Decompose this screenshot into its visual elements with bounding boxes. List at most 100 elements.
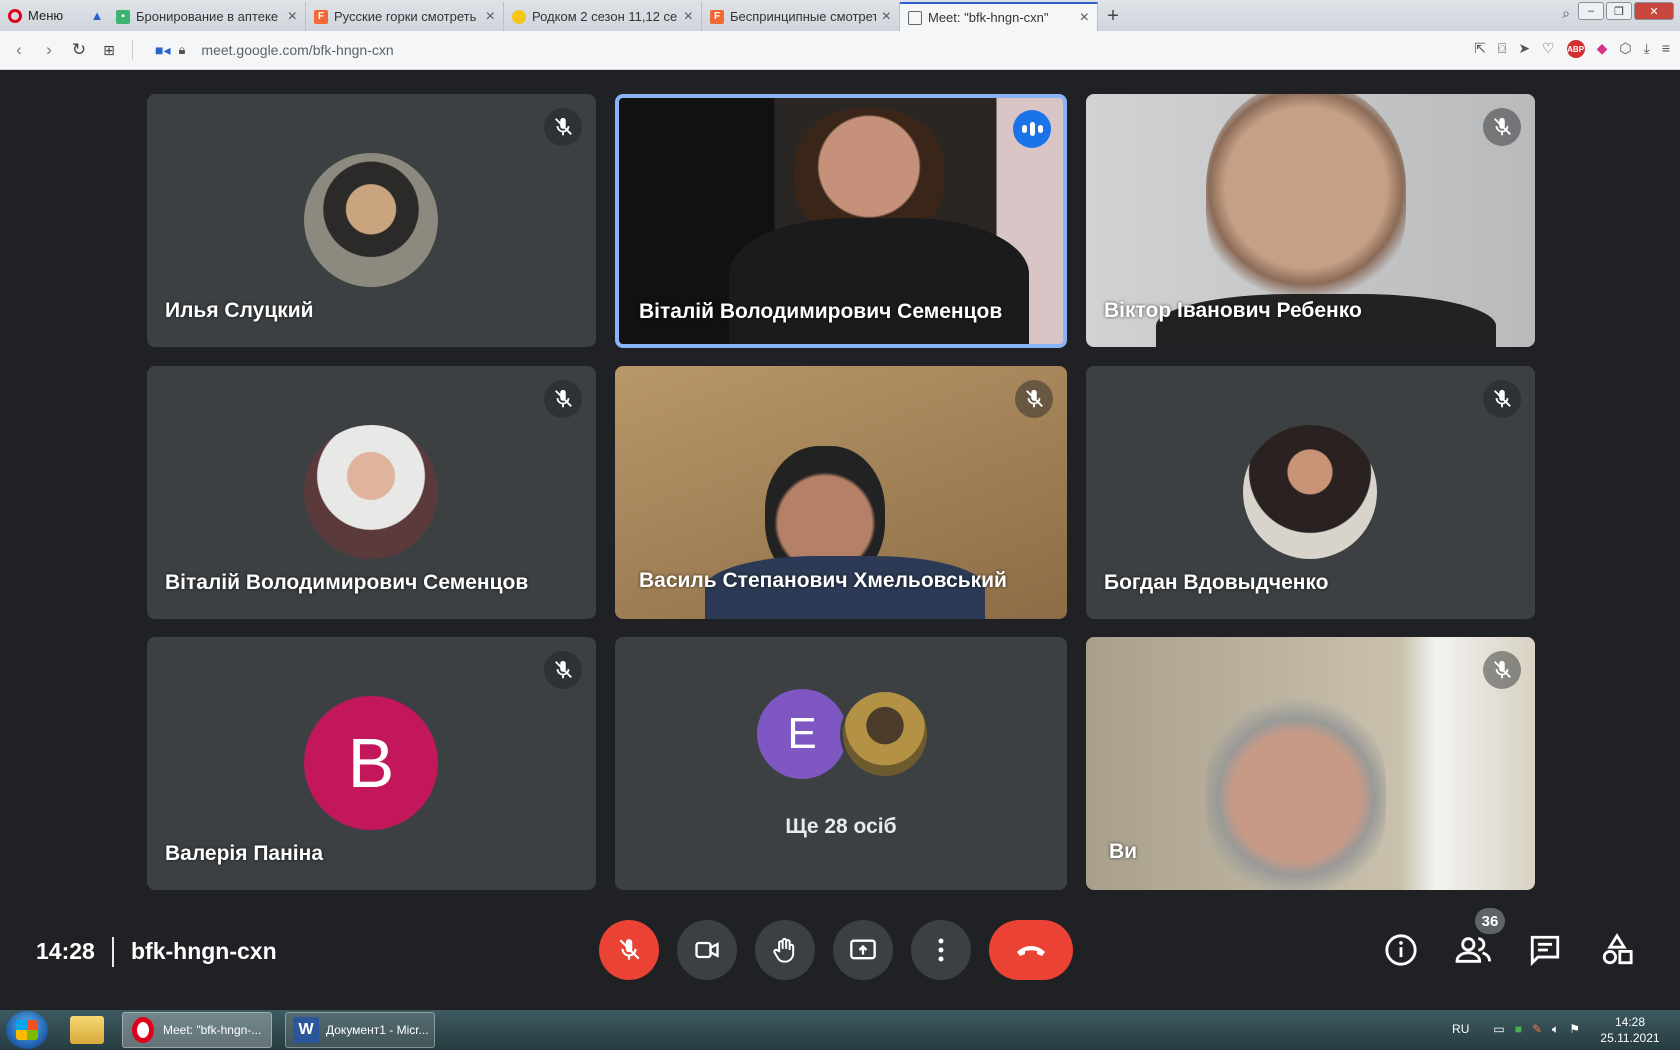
speed-dial-icon[interactable]: ⊞ bbox=[94, 42, 124, 59]
snapshot-icon[interactable]: ⌼ bbox=[1498, 40, 1506, 58]
tab-title: Беспринципные смотреть... bbox=[730, 9, 876, 24]
meet-control-bar: 14:28 bfk-hngn-cxn 36 bbox=[0, 890, 1680, 1010]
easy-setup-icon[interactable]: ≡ bbox=[1662, 40, 1670, 58]
participant-avatar bbox=[304, 153, 438, 287]
meeting-details-button[interactable] bbox=[1375, 924, 1427, 976]
participant-tile-speaking[interactable]: Віталій Володимирович Семенцов bbox=[615, 94, 1067, 348]
participant-video-body bbox=[729, 218, 1029, 344]
participant-count-badge: 36 bbox=[1475, 908, 1505, 934]
more-participants-tile[interactable]: E Ще 28 осіб bbox=[615, 637, 1067, 890]
raise-hand-button[interactable] bbox=[755, 920, 815, 980]
participant-tile[interactable]: Богдан Вдовыдченко bbox=[1086, 366, 1535, 619]
people-icon bbox=[1455, 937, 1491, 963]
tab-pharmacy[interactable]: ▪ Бронирование в аптеке | ... × bbox=[108, 2, 306, 31]
participant-avatar bbox=[304, 425, 438, 559]
opera-logo-icon bbox=[8, 8, 22, 23]
taskbar-opera-button[interactable]: Meet: "bfk-hngn-... bbox=[122, 1012, 272, 1048]
minimize-button[interactable]: – bbox=[1578, 2, 1604, 20]
participant-name: Віталій Володимирович Семенцов bbox=[639, 300, 1003, 323]
chat-icon bbox=[1530, 935, 1560, 967]
participant-tile-self[interactable]: Ви bbox=[1086, 637, 1535, 890]
tab-besprincipnye[interactable]: F Беспринципные смотреть... × bbox=[702, 2, 900, 31]
activities-button[interactable] bbox=[1591, 924, 1643, 976]
send-icon[interactable]: ➤ bbox=[1518, 40, 1530, 58]
tray-app-icon[interactable]: ■ bbox=[1515, 1022, 1522, 1037]
url-field[interactable]: meet.google.com/bfk-hngn-cxn bbox=[201, 42, 393, 58]
volume-icon[interactable]: 🔈︎ bbox=[1552, 1022, 1559, 1037]
mic-off-icon bbox=[1483, 108, 1521, 146]
tab-meet[interactable]: Meet: "bfk-hngn-cxn" × bbox=[900, 2, 1098, 31]
menu-label: Меню bbox=[28, 8, 64, 23]
download-icon[interactable]: ⤓ bbox=[1644, 40, 1650, 58]
camera-toggle-button[interactable] bbox=[677, 920, 737, 980]
camera-indicator-icon[interactable]: ■◂ bbox=[155, 42, 170, 59]
tray-network-icon[interactable]: ▭ bbox=[1493, 1022, 1504, 1037]
forward-icon[interactable]: › bbox=[34, 40, 64, 60]
mic-off-icon bbox=[1483, 651, 1521, 689]
lock-icon[interactable]: 🔒︎ bbox=[178, 42, 185, 58]
mic-toggle-button[interactable] bbox=[599, 920, 659, 980]
info-icon bbox=[1385, 934, 1417, 966]
mic-off-icon bbox=[544, 380, 582, 418]
participant-tile[interactable]: Илья Слуцкий bbox=[147, 94, 596, 347]
tab-search-icon[interactable]: ⌕ bbox=[1562, 5, 1570, 22]
tray-tool-icon[interactable]: ✎ bbox=[1532, 1022, 1542, 1037]
explorer-icon[interactable] bbox=[70, 1016, 104, 1044]
present-icon bbox=[850, 939, 876, 960]
tab-title: Meet: "bfk-hngn-cxn" bbox=[928, 10, 1049, 25]
leave-call-button[interactable] bbox=[989, 920, 1073, 980]
participant-name: Василь Степанович Хмельовський bbox=[639, 569, 1007, 592]
tab-title: Русские горки смотреть о... bbox=[334, 9, 480, 24]
chat-button[interactable] bbox=[1519, 924, 1571, 976]
close-tab-icon[interactable]: × bbox=[486, 8, 495, 26]
tab-russkie-gorki[interactable]: F Русские горки смотреть о... × bbox=[306, 2, 504, 31]
system-clock[interactable]: 14:28 25.11.2021 bbox=[1590, 1014, 1670, 1046]
close-tab-icon[interactable]: × bbox=[288, 8, 297, 26]
tab-rodkom[interactable]: Родком 2 сезон 11,12 сер... × bbox=[504, 2, 702, 31]
vpn-icon[interactable]: ◆ bbox=[1597, 40, 1608, 58]
taskbar-button-label: Meet: "bfk-hngn-... bbox=[163, 1023, 262, 1037]
opera-menu-button[interactable]: Меню bbox=[0, 0, 86, 31]
letter-avatar: В bbox=[304, 696, 438, 830]
adblock-icon[interactable]: ABP bbox=[1566, 40, 1585, 58]
reload-icon[interactable]: ↻ bbox=[64, 40, 94, 60]
camera-icon bbox=[695, 941, 719, 959]
system-tray: RU ▭ ■ ✎ 🔈︎ ⚑ bbox=[1452, 1022, 1580, 1037]
participant-tile[interactable]: В Валерія Паніна bbox=[147, 637, 596, 890]
participant-tile[interactable]: Василь Степанович Хмельовський bbox=[615, 366, 1067, 619]
start-button[interactable] bbox=[6, 1011, 48, 1049]
participant-name: Віктор Іванович Ребенко bbox=[1104, 299, 1362, 322]
taskbar-word-button[interactable]: W Документ1 - Micr... bbox=[285, 1012, 435, 1048]
pharmacy-icon: ▪ bbox=[116, 9, 130, 24]
mic-off-icon bbox=[619, 939, 640, 960]
participant-tile[interactable]: Віталій Володимирович Семенцов bbox=[147, 366, 596, 619]
meet-tab-icon bbox=[908, 10, 922, 25]
bookmark-cap-icon[interactable]: ▲ bbox=[86, 0, 108, 31]
window-controls: – ❐ ✕ bbox=[1578, 2, 1674, 20]
word-icon: W bbox=[292, 1016, 320, 1044]
new-tab-button[interactable]: + bbox=[1098, 2, 1128, 31]
present-screen-button[interactable] bbox=[833, 920, 893, 980]
close-window-button[interactable]: ✕ bbox=[1634, 2, 1674, 20]
hang-up-icon bbox=[1017, 946, 1045, 956]
close-tab-icon[interactable]: × bbox=[1080, 9, 1089, 27]
mic-off-icon bbox=[544, 651, 582, 689]
maximize-button[interactable]: ❐ bbox=[1606, 2, 1632, 20]
language-indicator[interactable]: RU bbox=[1452, 1022, 1469, 1037]
tab-title: Бронирование в аптеке | ... bbox=[136, 9, 282, 24]
meeting-code: bfk-hngn-cxn bbox=[131, 938, 277, 964]
toolbar-icons: ⇱ ⌼ ➤ ♡ ABP ◆ ⬡ ⤓ ≡ bbox=[1474, 40, 1670, 58]
system-time: 14:28 bbox=[1614, 1015, 1646, 1029]
more-options-button[interactable] bbox=[911, 920, 971, 980]
heart-icon[interactable]: ♡ bbox=[1542, 40, 1555, 58]
mic-off-icon bbox=[1015, 380, 1053, 418]
extensions-icon[interactable]: ⬡ bbox=[1619, 40, 1631, 58]
action-center-flag-icon[interactable]: ⚑ bbox=[1569, 1022, 1580, 1037]
share-icon[interactable]: ⇱ bbox=[1474, 40, 1486, 58]
back-icon[interactable]: ‹ bbox=[4, 40, 34, 60]
participant-tile[interactable]: Віктор Іванович Ребенко bbox=[1086, 94, 1535, 347]
close-tab-icon[interactable]: × bbox=[882, 8, 891, 26]
participant-avatar bbox=[840, 689, 930, 779]
participant-name: Илья Слуцкий bbox=[165, 299, 314, 322]
close-tab-icon[interactable]: × bbox=[684, 8, 693, 26]
